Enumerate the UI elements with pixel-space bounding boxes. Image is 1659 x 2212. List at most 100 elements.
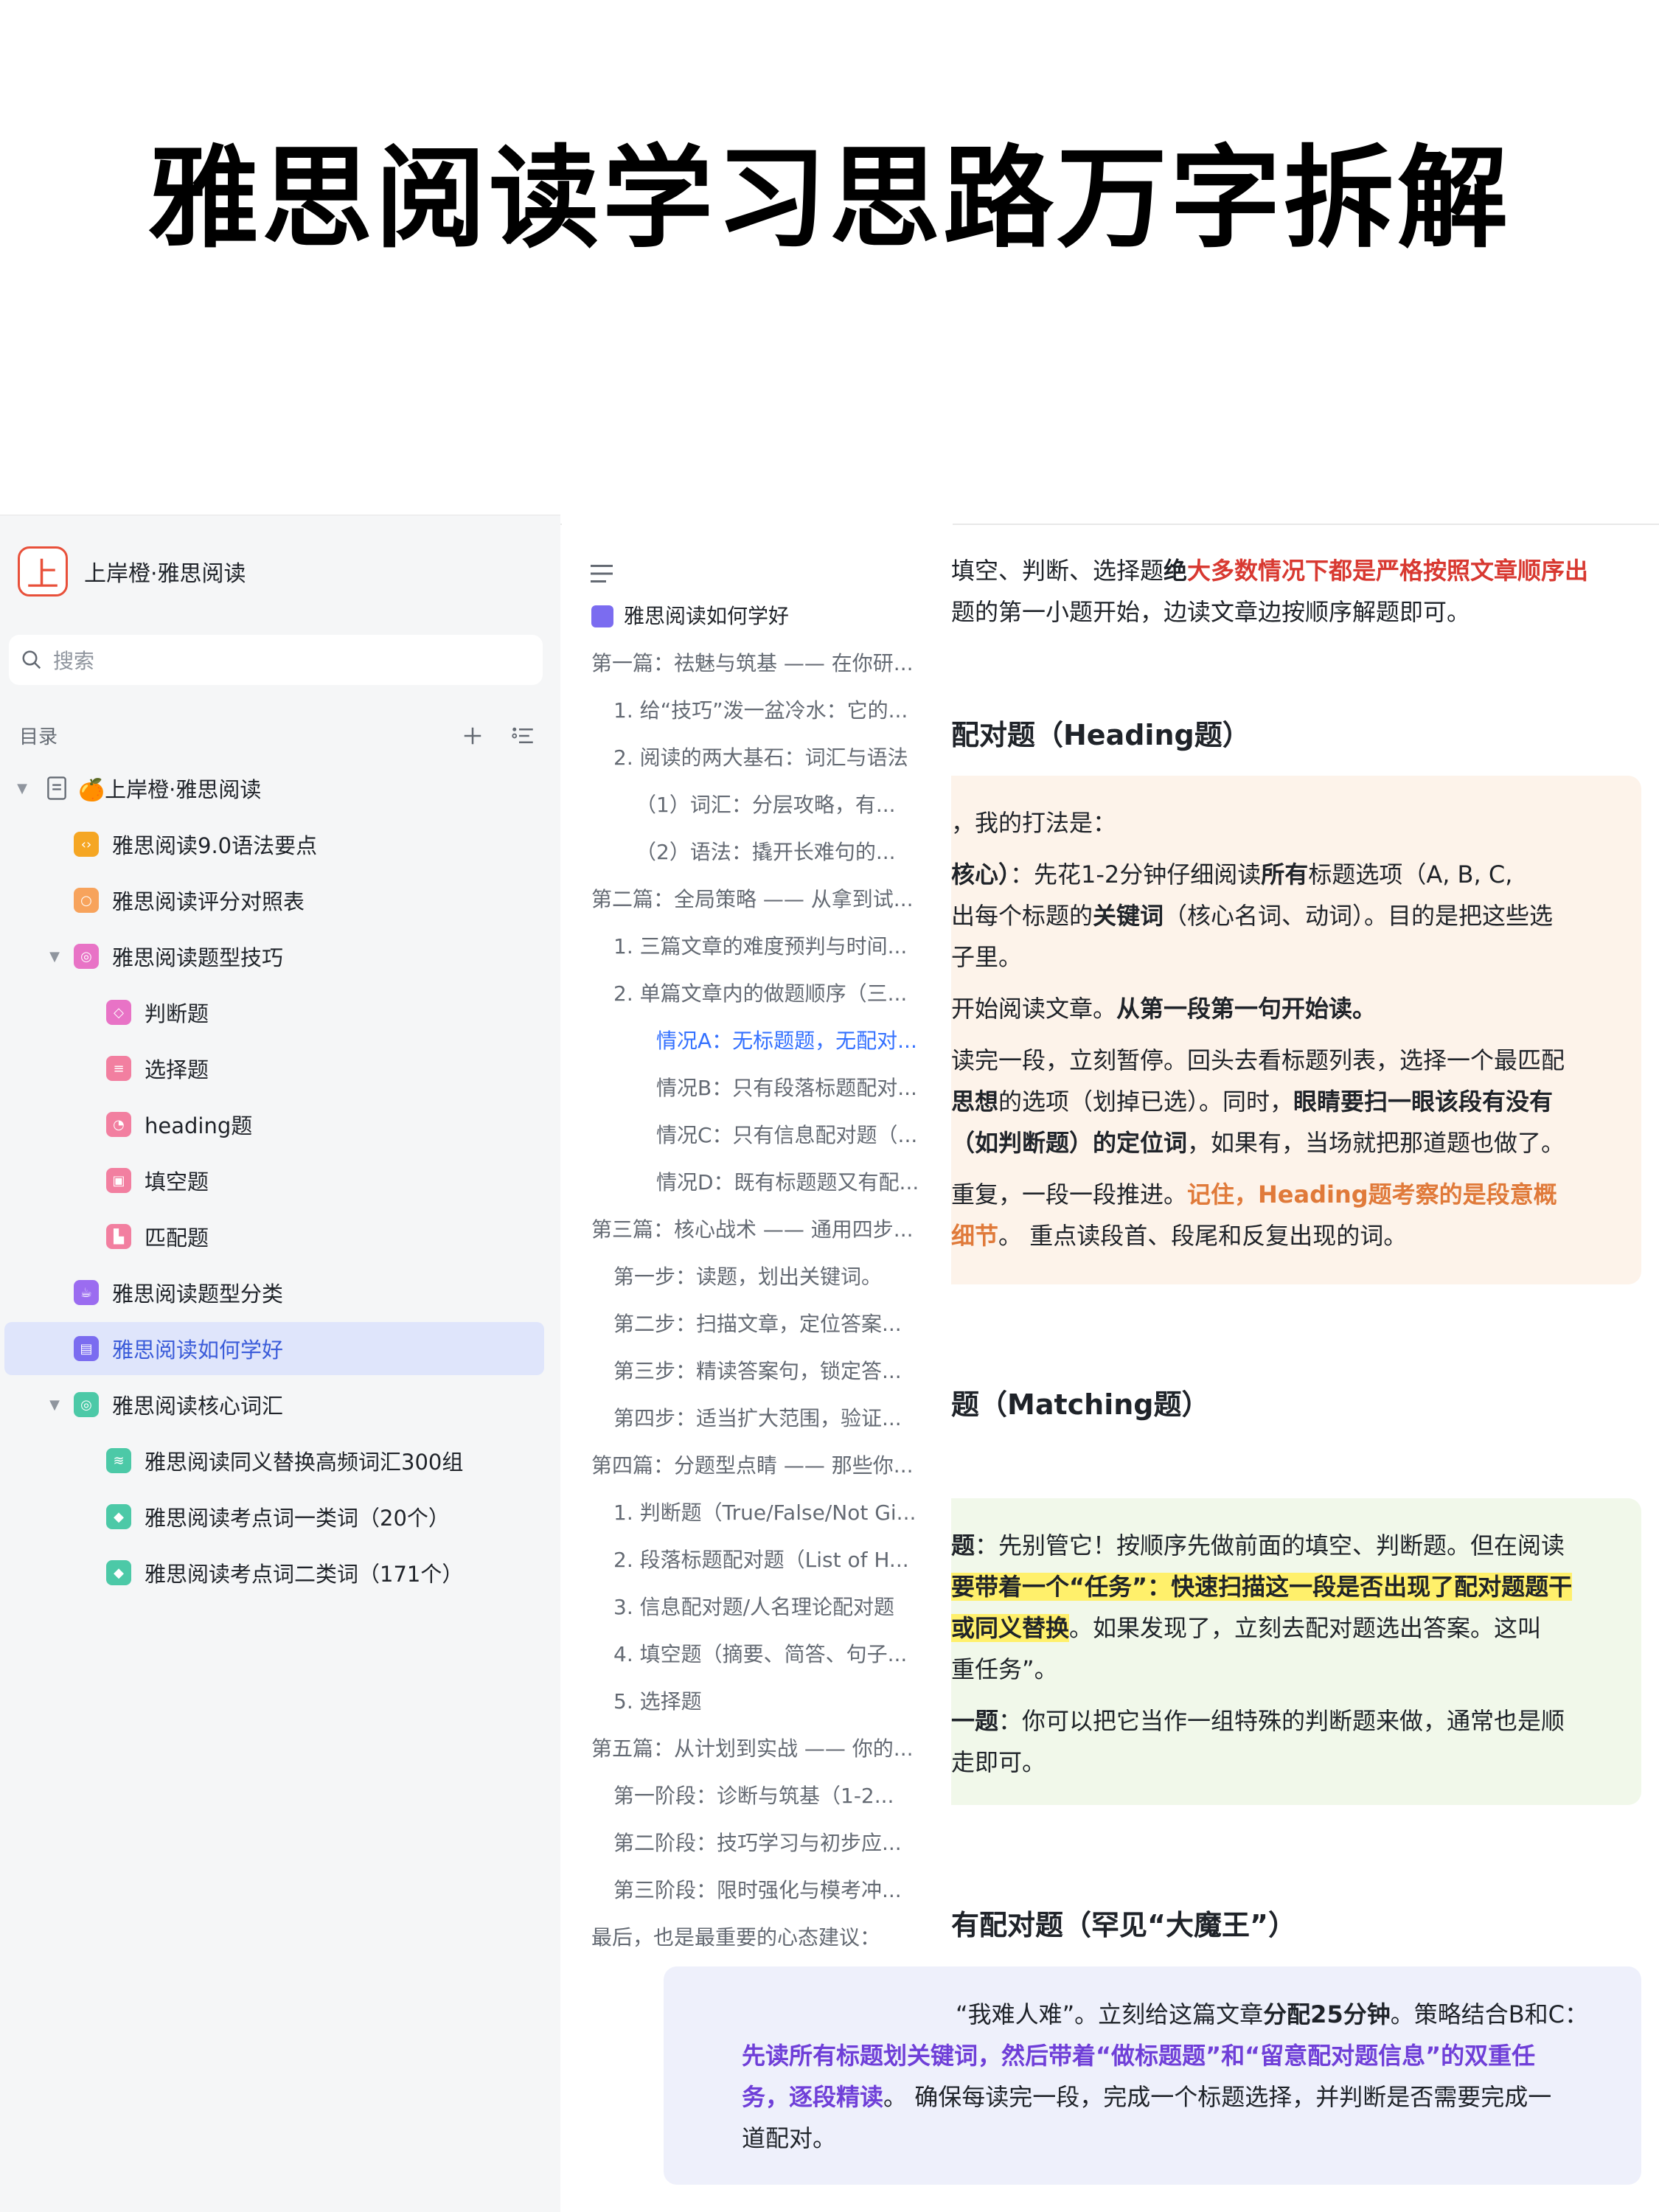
paragraph: 题的第一小题开始，边读文章边按顺序解题即可。 — [951, 598, 1471, 626]
outline-item[interactable]: 最后，也是最重要的心态建议： — [591, 1923, 922, 1952]
outline-item[interactable]: 第四步：适当扩大范围，验证... — [613, 1404, 922, 1433]
outline-item[interactable]: 第二篇：全局策略 —— 从拿到试... — [591, 885, 922, 914]
outline-item[interactable]: 1. 三篇文章的难度预判与时间... — [613, 932, 922, 961]
toc-label: 目录 — [19, 726, 58, 748]
callout-text: 重复，一段一段推进。记住，Heading题考察的是段意概 — [951, 1180, 1557, 1208]
outline-item[interactable]: 情况A：无标题题，无配对... — [656, 1026, 922, 1056]
menu-icon[interactable] — [588, 562, 615, 585]
outline-toggle-icon[interactable] — [510, 725, 535, 747]
callout-text: 务，逐段精读。 确保每读完一段，完成一个标题选择，并判断是否需要完成一 — [742, 2083, 1552, 2111]
doc-icon — [44, 776, 69, 801]
sidebar-item-label: 🍊上岸橙·雅思阅读 — [78, 777, 262, 802]
sidebar-item-how-to-learn[interactable]: ▤ 雅思阅读如何学好 — [4, 1322, 544, 1375]
search-icon — [22, 650, 41, 669]
sidebar-item-choice[interactable]: ≡ 选择题 — [106, 1042, 209, 1095]
search-placeholder: 搜索 — [53, 649, 95, 673]
document-body: 填空、判断、选择题绝大多数情况下都是严格按照文章顺序出 题的第一小题开始，边读文… — [951, 515, 1659, 2212]
outline-root[interactable]: 雅思阅读如何学好 — [591, 602, 789, 631]
sidebar-item-core-vocab[interactable]: ▼ ◎ 雅思阅读核心词汇 — [46, 1378, 283, 1431]
sidebar-item-label: 匹配题 — [145, 1225, 209, 1251]
brand[interactable]: 上 上岸橙·雅思阅读 — [18, 546, 246, 597]
tag-icon: ◆ — [106, 1560, 131, 1585]
outline-item[interactable]: 4. 填空题（摘要、简答、句子... — [613, 1640, 922, 1669]
outline-item[interactable]: （2）语法：撬开长难句的... — [636, 838, 922, 867]
outline-item[interactable]: 第二步：扫描文章，定位答案... — [613, 1310, 922, 1339]
sidebar-item-label: 雅思阅读核心词汇 — [112, 1394, 284, 1419]
toc-header: 目录 — [19, 722, 535, 749]
chevron-down-icon[interactable]: ▼ — [46, 1397, 63, 1413]
layers-icon: ≋ — [106, 1448, 131, 1473]
sidebar-item-label: 雅思阅读题型技巧 — [112, 945, 284, 970]
outline-item[interactable]: 情况D：既有标题题又有配... — [656, 1168, 922, 1197]
sidebar-item-label: 雅思阅读9.0语法要点 — [112, 833, 318, 858]
add-icon[interactable] — [462, 725, 484, 747]
sidebar-item-judgement[interactable]: ◇ 判断题 — [106, 986, 209, 1039]
sidebar-item-vocab-class-1[interactable]: ◆ 雅思阅读考点词一类词（20个） — [106, 1490, 450, 1543]
sidebar-item-synonyms[interactable]: ≋ 雅思阅读同义替换高频词汇300组 — [106, 1434, 463, 1487]
outline-item[interactable]: 情况C：只有信息配对题（... — [656, 1121, 922, 1150]
sidebar-item-vocab-class-2[interactable]: ◆ 雅思阅读考点词二类词（171个） — [106, 1546, 463, 1599]
outline-item[interactable]: 第二阶段：技巧学习与初步应... — [613, 1829, 922, 1858]
outline-item[interactable]: 第一篇：祛魅与筑基 —— 在你研... — [591, 649, 922, 678]
outline-item[interactable]: 3. 信息配对题/人名理论配对题 — [613, 1593, 922, 1622]
brand-name: 上岸橙·雅思阅读 — [84, 561, 246, 587]
outline-item[interactable]: 第五篇：从计划到实战 —— 你的... — [591, 1734, 922, 1764]
outline-item[interactable]: 2. 阅读的两大基石：词汇与语法 — [613, 743, 922, 773]
callout-text: 或同义替换。如果发现了，立刻去配对题选出答案。这叫 — [951, 1614, 1542, 1642]
chevron-down-icon[interactable]: ▼ — [13, 781, 31, 796]
heading: 有配对题（罕见“大魔王”） — [951, 1909, 1296, 1941]
chart-icon: ▙ — [106, 1224, 131, 1249]
outline-item[interactable]: 第一步：读题，划出关键词。 — [613, 1262, 922, 1292]
callout-text: 细节。 重点读段首、段尾和反复出现的词。 — [951, 1222, 1408, 1250]
outline-item[interactable]: 2. 段落标题配对题（List of H... — [613, 1545, 922, 1575]
target-icon: ◎ — [74, 1392, 99, 1417]
sidebar-item-label: 雅思阅读评分对照表 — [112, 889, 305, 914]
callout-text: “我难人难”。立刻给这篇文章分配25分钟。策略结合B和C： — [956, 2000, 1589, 2028]
callout-text: 要带着一个“任务”：快速扫描这一段是否出现了配对题题干 — [951, 1573, 1573, 1601]
camera-icon: ▣ — [106, 1168, 131, 1193]
sidebar-item-root[interactable]: ▼ 🍊上岸橙·雅思阅读 — [13, 762, 261, 815]
outline-item[interactable]: 第三步：精读答案句，锁定答... — [613, 1357, 922, 1386]
sidebar-item-type-classification[interactable]: ☕ 雅思阅读题型分类 — [74, 1266, 283, 1319]
outline-fade — [914, 515, 951, 2048]
callout-text: 道配对。 — [742, 2124, 837, 2152]
heading: 题（Matching题） — [951, 1388, 1210, 1421]
sidebar-item-label: 雅思阅读如何学好 — [112, 1338, 284, 1363]
sidebar-item-grammar[interactable]: ‹› 雅思阅读9.0语法要点 — [74, 818, 317, 871]
outline-item[interactable]: 第三篇：核心战术 —— 通用四步... — [591, 1215, 922, 1245]
sidebar-item-matching[interactable]: ▙ 匹配题 — [106, 1210, 209, 1263]
palette-icon: ◎ — [74, 944, 99, 969]
sidebar-item-fill-blank[interactable]: ▣ 填空题 — [106, 1154, 209, 1207]
outline-item[interactable]: 情况B：只有段落标题配对... — [656, 1074, 922, 1103]
outline-panel: 雅思阅读如何学好 第一篇：祛魅与筑基 —— 在你研... 1. 给“技巧”泼一盆冷… — [562, 515, 953, 2212]
sidebar-item-label: 雅思阅读同义替换高频词汇300组 — [145, 1450, 464, 1475]
outline-item[interactable]: 1. 给“技巧”泼一盆冷水：它的... — [613, 696, 922, 726]
outline-item[interactable]: （1）词汇：分层攻略，有... — [636, 790, 922, 820]
sidebar-item-label: 填空题 — [145, 1169, 209, 1194]
board-icon — [591, 605, 613, 627]
outline-item[interactable]: 2. 单篇文章内的做题顺序（三... — [613, 979, 922, 1009]
chevron-down-icon[interactable]: ▼ — [46, 949, 63, 964]
sidebar-item-heading[interactable]: ◔ heading题 — [106, 1098, 252, 1151]
board-icon: ▤ — [74, 1336, 99, 1361]
list-icon: ≡ — [106, 1056, 131, 1081]
sidebar-item-question-skills[interactable]: ▼ ◎ 雅思阅读题型技巧 — [46, 930, 283, 983]
callout-text: 核心）：先花1-2分钟仔细阅读所有标题选项（A, B, C, — [951, 860, 1513, 888]
brand-logo: 上 — [18, 546, 68, 597]
outline-item[interactable]: 5. 选择题 — [613, 1687, 922, 1717]
cube-icon: ◇ — [106, 1000, 131, 1025]
outline-item[interactable]: 第一阶段：诊断与筑基（1-2... — [613, 1781, 922, 1811]
search-input[interactable]: 搜索 — [9, 635, 543, 685]
sidebar-item-label: 雅思阅读题型分类 — [112, 1281, 284, 1307]
sidebar-item-label: 雅思阅读考点词二类词（171个） — [145, 1562, 464, 1587]
outline-item[interactable]: 第四篇：分题型点睛 —— 那些你... — [591, 1451, 922, 1481]
clock-icon: ◔ — [106, 1112, 131, 1137]
callout-text: 先读所有标题划关键词，然后带着“做标题题”和“留意配对题信息”的双重任 — [742, 2042, 1536, 2070]
outline-root-label: 雅思阅读如何学好 — [624, 604, 790, 628]
outline-item[interactable]: 第三阶段：限时强化与模考冲... — [613, 1876, 922, 1905]
outline-item[interactable]: 1. 判断题（True/False/Not Gi... — [613, 1498, 922, 1528]
sidebar-item-label: heading题 — [145, 1113, 253, 1138]
sidebar-item-score-table[interactable]: ○ 雅思阅读评分对照表 — [74, 874, 305, 927]
sidebar-item-label: 选择题 — [145, 1057, 209, 1082]
callout-text: 读完一段，立刻暂停。回头去看标题列表，选择一个最匹配 — [951, 1046, 1565, 1074]
